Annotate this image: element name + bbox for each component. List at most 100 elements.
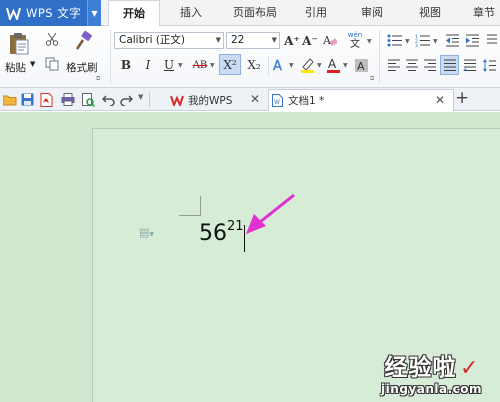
text-effect-button[interactable]: A (270, 56, 288, 74)
font-color-icon: A (326, 57, 340, 73)
font-size-dropdown-icon[interactable]: ▼ (272, 33, 277, 48)
bullet-list-button[interactable] (386, 32, 404, 48)
increase-indent-button[interactable] (464, 32, 480, 48)
font-name-select[interactable]: Calibri (正文) ▼ (114, 32, 224, 49)
scissors-icon (45, 32, 59, 46)
print-button[interactable] (60, 92, 75, 107)
numbered-list-button[interactable]: 123 (414, 32, 432, 48)
new-tab-icon[interactable]: + (455, 88, 469, 108)
paragraph-handle-icon[interactable]: ▤▼ (139, 226, 154, 239)
superscript-button[interactable]: X² (219, 54, 241, 75)
font-increase-button[interactable]: A⁺ (284, 32, 300, 49)
underline-dropdown-icon[interactable]: ▼ (178, 62, 183, 69)
svg-text:A: A (357, 60, 365, 73)
sort-button[interactable] (484, 32, 500, 48)
document-text[interactable]: 5621 (199, 219, 244, 246)
highlighter-icon (300, 58, 314, 73)
svg-text:3: 3 (415, 43, 418, 47)
tab-review[interactable]: 审阅 (352, 0, 392, 26)
paste-dropdown-icon[interactable]: ▼ (30, 60, 35, 68)
paste-label[interactable]: 粘贴 (5, 60, 26, 75)
open-file-button[interactable] (2, 92, 17, 107)
document-icon: W (272, 94, 283, 107)
font-decrease-button[interactable]: A⁻ (302, 32, 318, 49)
annotation-arrow-icon (246, 193, 295, 234)
justify-button[interactable] (440, 55, 459, 75)
tab-references[interactable]: 引用 (296, 0, 336, 26)
wps-brand-icon (170, 94, 184, 106)
tab-document1[interactable]: W 文档1 * ✕ (268, 89, 454, 111)
save-button[interactable] (20, 92, 35, 107)
cut-button[interactable] (44, 31, 60, 47)
tab-document1-label: 文档1 * (288, 95, 325, 107)
tab-my-wps[interactable]: 我的WPS ✕ (152, 89, 262, 111)
text-effect-dropdown-icon[interactable]: ▼ (289, 62, 294, 69)
watermark: 经验啦 ✓ jingyanla.com (381, 348, 482, 396)
bold-button[interactable]: B (118, 56, 134, 74)
highlight-dropdown-icon[interactable]: ▼ (317, 62, 322, 69)
watermark-check-icon: ✓ (460, 356, 479, 381)
qbar-separator (149, 92, 150, 107)
clear-format-button[interactable]: A (322, 31, 337, 49)
line-spacing-button[interactable] (482, 57, 498, 73)
tab-view[interactable]: 视图 (410, 0, 450, 26)
svg-text:A: A (323, 34, 332, 47)
quick-access-customize-icon[interactable]: ▼ (138, 93, 143, 101)
print-preview-icon (82, 92, 95, 107)
align-right-button[interactable] (422, 57, 438, 73)
watermark-url: jingyanla.com (381, 382, 482, 396)
close-tab-document1-icon[interactable]: ✕ (435, 93, 445, 107)
ribbon-separator (268, 56, 269, 76)
align-left-icon (388, 59, 400, 71)
app-menu-dropdown-icon[interactable]: ▼ (87, 0, 101, 26)
undo-button[interactable] (101, 92, 116, 107)
watermark-title: 经验啦 ✓ (381, 348, 482, 382)
font-name-dropdown-icon[interactable]: ▼ (216, 33, 221, 48)
text-effect-icon: A (272, 58, 281, 72)
character-shading-button[interactable]: A (352, 56, 370, 74)
bullet-list-icon (387, 34, 402, 46)
print-preview-button[interactable] (81, 92, 96, 107)
clipboard-expand-icon[interactable]: ⧉ (96, 75, 100, 83)
align-center-icon (406, 59, 418, 71)
app-name: WPS 文字 (26, 6, 82, 20)
app-menu-button[interactable]: WPS 文字 ▼ (0, 0, 101, 26)
font-size-value: 22 (231, 34, 245, 46)
underline-button[interactable]: U (162, 56, 176, 74)
redo-button[interactable] (119, 92, 134, 107)
clipboard-icon (10, 33, 29, 55)
numbered-list-dropdown-icon[interactable]: ▼ (433, 38, 438, 45)
redo-icon (120, 94, 133, 106)
italic-button[interactable]: I (140, 56, 156, 74)
align-center-button[interactable] (404, 57, 420, 73)
format-painter-button[interactable] (72, 30, 94, 52)
font-color-dropdown-icon[interactable]: ▼ (343, 62, 348, 69)
svg-text:A: A (328, 57, 337, 71)
close-tab-my-wps-icon[interactable]: ✕ (250, 92, 260, 106)
font-size-select[interactable]: 22 ▼ (226, 32, 280, 49)
tab-chapter[interactable]: 章节 (468, 0, 500, 26)
highlight-button[interactable] (298, 56, 316, 74)
decrease-indent-button[interactable] (444, 32, 460, 48)
font-expand-icon[interactable]: ⧉ (370, 75, 374, 83)
phonetic-guide-button[interactable]: wén 文 (344, 29, 366, 51)
distributed-align-button[interactable] (462, 57, 478, 73)
tab-insert[interactable]: 插入 (170, 0, 212, 26)
export-pdf-button[interactable] (39, 92, 54, 107)
copy-button[interactable] (44, 56, 60, 72)
tab-home[interactable]: 开始 (108, 0, 160, 27)
strikethrough-button[interactable]: AB (190, 56, 210, 74)
strikethrough-dropdown-icon[interactable]: ▼ (210, 62, 215, 69)
paste-button[interactable] (6, 31, 32, 57)
margin-corner-mark (179, 215, 200, 216)
font-color-button[interactable]: A (324, 56, 342, 74)
subscript-button[interactable]: X₂ (244, 56, 264, 74)
align-right-icon (424, 59, 436, 71)
phonetic-dropdown-icon[interactable]: ▼ (367, 38, 372, 45)
ribbon-toolbar: 粘贴 ▼ 格式刷 ⧉ Calibri (正文) ▼ 22 ▼ A⁺ A⁻ A w… (0, 26, 500, 88)
bullet-list-dropdown-icon[interactable]: ▼ (405, 38, 410, 45)
ribbon-separator (379, 30, 380, 84)
format-painter-label[interactable]: 格式刷 (66, 60, 98, 75)
align-left-button[interactable] (386, 57, 402, 73)
tab-page-layout[interactable]: 页面布局 (222, 0, 288, 26)
